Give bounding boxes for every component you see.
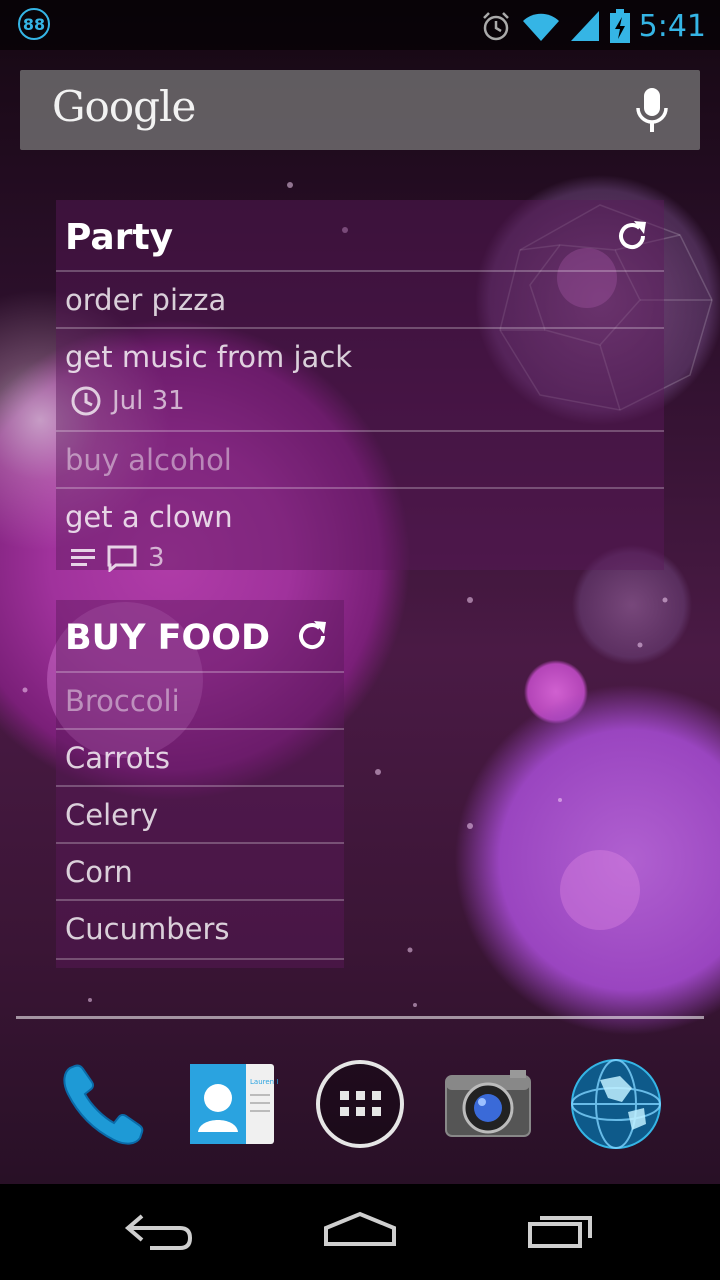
cell-signal-icon xyxy=(570,11,599,41)
task-text: get music from jack xyxy=(65,340,353,374)
tasks-widget-buy-food: BUY FOOD Broccoli Carrots Celery Corn Cu… xyxy=(56,600,344,968)
status-icons: 5:41 xyxy=(479,6,706,46)
notes-icon xyxy=(71,549,95,566)
task-text: get a clown xyxy=(65,500,233,534)
google-search-bar[interactable]: Google xyxy=(20,70,700,150)
list-item[interactable]: order pizza xyxy=(56,270,664,329)
camera-icon[interactable] xyxy=(442,1058,534,1150)
widget-title[interactable]: BUY FOOD xyxy=(65,618,270,658)
task-text: Celery xyxy=(65,798,159,832)
list-item[interactable]: buy alcohol xyxy=(56,430,664,489)
list-item[interactable]: Broccoli xyxy=(56,671,344,730)
contacts-card-text: Lauren Ipsum xyxy=(250,1078,278,1086)
status-bar: 88 5:41 xyxy=(0,0,720,50)
task-meta: 3 xyxy=(70,543,165,573)
wallpaper-spheres xyxy=(22,182,713,1007)
app-drawer-icon[interactable] xyxy=(314,1058,406,1150)
list-item[interactable]: Celery xyxy=(56,785,344,844)
home-icon[interactable] xyxy=(320,1202,400,1262)
list-item[interactable]: Carrots xyxy=(56,728,344,787)
task-text: order pizza xyxy=(65,283,227,317)
list-item[interactable]: get music from jack Jul 31 xyxy=(56,327,664,432)
contacts-icon[interactable]: Lauren Ipsum xyxy=(186,1058,278,1150)
task-text: Broccoli xyxy=(65,684,180,718)
wallpaper xyxy=(0,0,720,1184)
google-logo: Google xyxy=(52,82,196,131)
task-text: Corn xyxy=(65,855,133,889)
clock: 5:41 xyxy=(638,8,706,44)
tasks-widget-party: Party order pizza get music from jack Ju… xyxy=(56,200,664,573)
list-item[interactable]: Corn xyxy=(56,842,344,901)
mic-icon[interactable] xyxy=(632,86,672,136)
list-item[interactable]: Cucumbers xyxy=(56,899,344,960)
widget-title[interactable]: Party xyxy=(65,217,173,258)
notification-badge-count: 88 xyxy=(22,14,46,34)
phone-icon[interactable] xyxy=(58,1058,150,1150)
notification-badge-icon: 88 xyxy=(18,8,50,40)
task-text: Cucumbers xyxy=(65,912,230,946)
task-text: Carrots xyxy=(65,741,170,775)
due-date-text: Jul 31 xyxy=(112,386,185,416)
alarm-icon xyxy=(482,12,509,41)
dock-divider xyxy=(16,1016,704,1019)
list-item[interactable]: get a clown 3 xyxy=(56,487,664,573)
refresh-icon[interactable] xyxy=(294,618,330,654)
refresh-icon[interactable] xyxy=(614,218,650,254)
browser-globe-icon[interactable] xyxy=(570,1058,662,1150)
task-text: buy alcohol xyxy=(65,443,232,477)
back-icon[interactable] xyxy=(120,1202,200,1262)
comment-icon xyxy=(107,545,137,572)
battery-charging-icon xyxy=(609,9,630,43)
clock-icon xyxy=(71,386,101,416)
wifi-icon xyxy=(522,13,559,42)
recents-icon[interactable] xyxy=(522,1202,602,1262)
navigation-bar xyxy=(0,1184,720,1280)
due-date: Jul 31 xyxy=(70,385,185,417)
comment-count: 3 xyxy=(148,543,165,573)
